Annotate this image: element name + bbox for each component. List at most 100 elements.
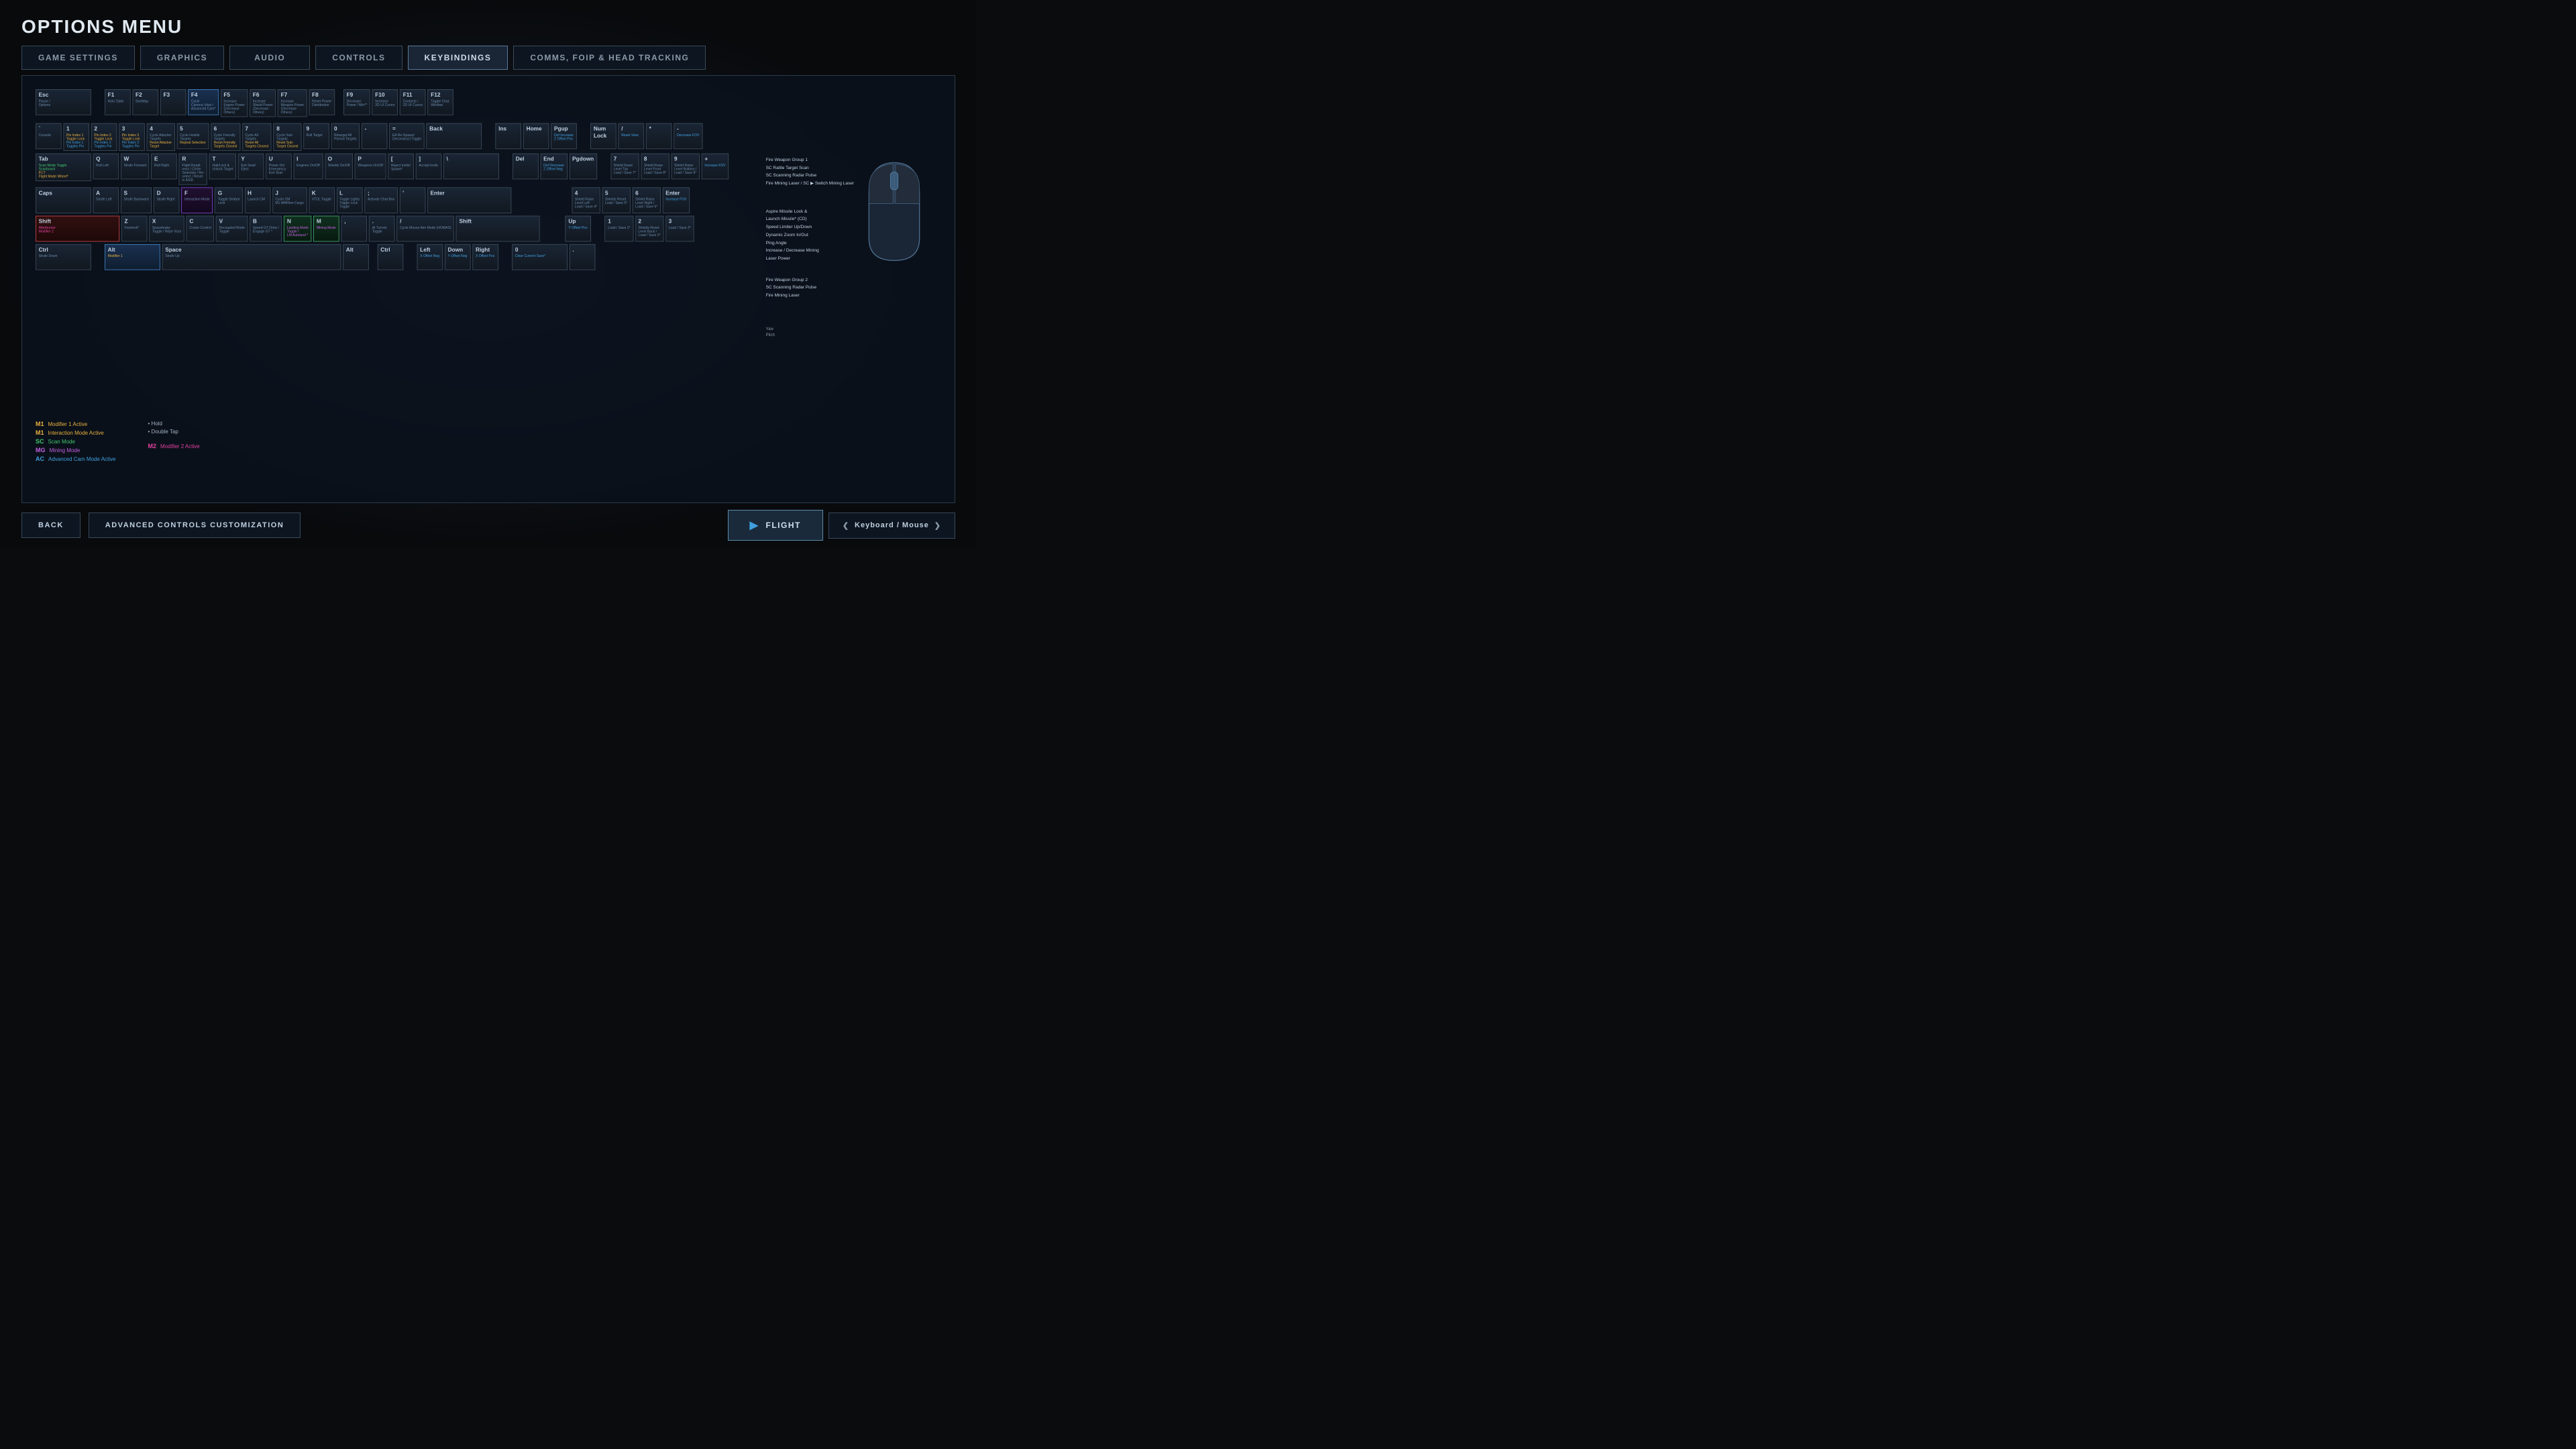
key-insert[interactable]: Ins [496, 123, 522, 150]
key-o[interactable]: O Shields On/Off [325, 154, 353, 180]
key-3[interactable]: 3 Pin Index 3Toggle Lock Pin Index 3Togg… [119, 123, 145, 151]
key-pgup[interactable]: Pgup Def Increase Z Offset Pos [551, 123, 577, 150]
key-a[interactable]: A Strafe Left [93, 187, 119, 213]
key-x[interactable]: X SpacebrakeToggle / Wipe Visor [149, 216, 184, 242]
key-u[interactable]: U Power On/EmergencyExit Seat [266, 154, 292, 180]
key-arrow-up[interactable]: Up Y Offset Pos [566, 216, 592, 242]
key-h[interactable]: H Launch CM [244, 187, 270, 213]
key-e[interactable]: E Roll Right [151, 154, 177, 180]
tab-keybindings[interactable]: KEYBINDINGS [408, 46, 508, 70]
key-arrow-down[interactable]: Down Y Offset Neg [445, 244, 471, 270]
key-ctrl-r[interactable]: Ctrl [378, 244, 404, 270]
key-num6[interactable]: 6 Shield RaiseLevel Right /Load / Save 6… [633, 187, 661, 213]
key-l[interactable]: L Toggle LightsToggle LockToggle [337, 187, 363, 213]
key-arrow-left[interactable]: Left X Offset Neg [417, 244, 443, 270]
key-equals[interactable]: = EA Re-Spawn/Deconstruct Toggle [389, 123, 424, 150]
tab-graphics[interactable]: GRAPHICS [140, 46, 224, 70]
key-num2[interactable]: 2 Shields ResetLevel Back /Load / Save 2… [635, 216, 663, 242]
key-num1[interactable]: 1 Load / Save 1* [605, 216, 633, 242]
key-back[interactable]: Back [427, 123, 482, 150]
key-v[interactable]: V Decoupled ModeToggle [216, 216, 248, 242]
key-lbracket[interactable]: [ Reject Invite/Spawn* [388, 154, 414, 180]
key-q[interactable]: Q Roll Left [93, 154, 119, 180]
key-num8[interactable]: 8 Shield RaiseLevel FrontLoad / Save 8* [641, 154, 669, 180]
key-num4[interactable]: 4 Shield RaiseLevel LeftLoad / Save 4* [572, 187, 600, 213]
key-n[interactable]: N Landing ModeToggle /LM Autoland * [284, 216, 311, 242]
key-s[interactable]: S Strafe Backward [121, 187, 152, 213]
key-g[interactable]: G Toggle GimbalLock [215, 187, 243, 213]
key-7[interactable]: 7 Cycle AllTargets Reset AllTargets Clos… [242, 123, 272, 151]
key-2[interactable]: 2 Pin Index 2Toggle Lock Pin Index 2Togg… [91, 123, 117, 151]
key-r[interactable]: R Flight Readi-ness / CircleSelection / … [179, 154, 207, 185]
key-quote[interactable]: ' [400, 187, 426, 213]
key-comma[interactable]: , [341, 216, 368, 242]
key-m[interactable]: M Mining Mode [313, 216, 339, 242]
key-b[interactable]: B Speed GT Drive /Engage GT * [250, 216, 282, 242]
key-backslash[interactable]: \ [443, 154, 499, 180]
key-num9[interactable]: 9 Shield RaiseLevel Buttons /Load / Save… [671, 154, 700, 180]
key-0[interactable]: 0 Retarget AllPinned Targets [331, 123, 360, 150]
key-esc[interactable]: Esc Pause /Options [36, 89, 91, 115]
key-home[interactable]: Home [523, 123, 549, 150]
key-minus[interactable]: - [362, 123, 388, 150]
key-tab[interactable]: Tab Scan Mode ToggleScanboard P.I.T Flig… [36, 154, 91, 181]
key-space[interactable]: Space Strafe Up [162, 244, 341, 270]
key-f6[interactable]: F6 IncreaseShield Power(DecreaseOthers) [250, 89, 276, 117]
tab-audio[interactable]: AUDIO [229, 46, 310, 70]
tab-comms[interactable]: COMMS, FOIP & HEAD TRACKING [513, 46, 706, 70]
key-del[interactable]: Del [513, 154, 539, 180]
key-alt-r[interactable]: Alt [343, 244, 369, 270]
key-w[interactable]: W Strafe Forward [121, 154, 150, 180]
key-1[interactable]: 1 Pin Index 1Toggle Lock Pin Index 1Togg… [63, 123, 89, 151]
key-backtick[interactable]: ` Console [36, 123, 62, 150]
key-num0[interactable]: 0 Clear Current Save* [512, 244, 568, 270]
key-p[interactable]: P Weapons On/Off [355, 154, 386, 180]
key-num5[interactable]: 5 Shields ResetLoad / Save 5* [602, 187, 630, 213]
key-f3[interactable]: F3 [160, 89, 186, 115]
key-d[interactable]: D Strafe Right [154, 187, 180, 213]
key-c[interactable]: C Cruise Control [186, 216, 215, 242]
advanced-controls-button[interactable]: ADVANCED CONTROLS CUSTOMIZATION [89, 513, 301, 538]
key-i[interactable]: I Engines On/Off [294, 154, 323, 180]
key-period[interactable]: . AI TurretsToggle [369, 216, 395, 242]
key-numslash[interactable]: / Reset View [619, 123, 645, 150]
key-f9[interactable]: F9 DecreasePower / Min** [343, 89, 370, 115]
key-t[interactable]: T Hail/Lock &Unlock Target [209, 154, 236, 180]
key-num-enter[interactable]: Enter Increase FOV [663, 187, 690, 213]
key-shift-r[interactable]: Shift [456, 216, 540, 242]
key-fwdslash[interactable]: / Cycle Mouse Aim Mode (HOMAS) [396, 216, 454, 242]
key-f[interactable]: F Interaction Mode [181, 187, 213, 213]
key-f1[interactable]: F1 Holo Table [105, 89, 131, 115]
key-num7[interactable]: 7 Shield RaiseLevel TopLoad / Save 7* [610, 154, 639, 180]
key-9[interactable]: 9 Roll Target [303, 123, 329, 150]
key-pgdn[interactable]: Pgdown [569, 154, 596, 180]
key-f2[interactable]: F2 StarMap [132, 89, 158, 115]
tab-controls[interactable]: CONTROLS [315, 46, 402, 70]
controller-button[interactable]: ❮ Keyboard / Mouse ❯ [828, 513, 955, 539]
key-f12[interactable]: F12 Toggle ChatWindow [428, 89, 454, 115]
key-f11[interactable]: F11 Contacts /2D UI Cursor [400, 89, 426, 115]
key-f8[interactable]: F8 Reset PowerDistribution [309, 89, 335, 115]
key-f7[interactable]: F7 IncreaseWeapon Power(DecreaseOthers) [278, 89, 307, 117]
back-button[interactable]: BACK [21, 513, 80, 538]
key-f10[interactable]: F10 Increase2D UI Cursor [372, 89, 398, 115]
key-semicolon[interactable]: ; Activate Chat Box [364, 187, 397, 213]
key-z[interactable]: Z Freelook* [121, 216, 148, 242]
key-caps[interactable]: Caps [36, 187, 91, 213]
key-j[interactable]: J Cycle CMM1 Affil/Non Cargo [272, 187, 307, 213]
key-rbracket[interactable]: ] Accept Invite [416, 154, 442, 180]
key-y[interactable]: Y Exit Seat/Eject [238, 154, 264, 180]
key-numlock[interactable]: NumLock [590, 123, 616, 150]
flight-button[interactable]: ▶ FLIGHT [728, 510, 823, 541]
key-numplus[interactable]: + Increase FOV [702, 154, 729, 180]
key-f4[interactable]: F4 CycleCamera View /Advanced Cam* [188, 89, 219, 115]
key-numdot[interactable]: . [570, 244, 596, 270]
key-6[interactable]: 6 Cycle FriendlyTargets Reset FriendlyTa… [211, 123, 240, 151]
key-f5[interactable]: F5 IncreaseEngine Power(DecreaseOthers) [221, 89, 248, 117]
key-num3[interactable]: 3 Load / Save 3* [665, 216, 694, 242]
key-alt-l[interactable]: Alt Modifier 1 [105, 244, 160, 270]
key-ctrl-l[interactable]: Ctrl Strafe Down [36, 244, 91, 270]
key-k[interactable]: K VTOL Toggle [309, 187, 335, 213]
key-end[interactable]: End Def Decrease Z Offset Neg [541, 154, 568, 180]
key-numminus[interactable]: - Decrease FOV [674, 123, 702, 150]
